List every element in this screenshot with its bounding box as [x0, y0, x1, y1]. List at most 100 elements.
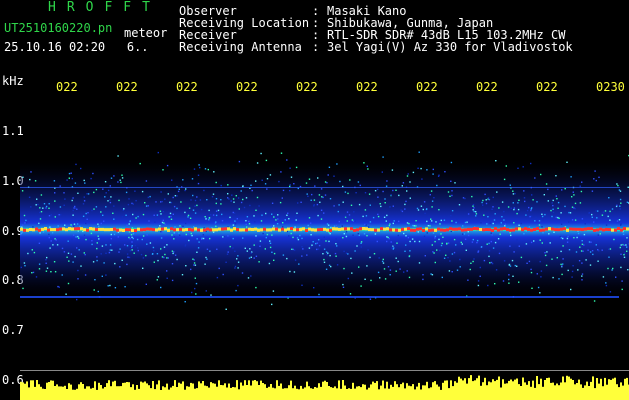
noise-dot	[597, 260, 599, 262]
noise-dot	[328, 231, 330, 234]
noise-dot	[544, 254, 547, 257]
carrier-segment	[266, 228, 269, 232]
noise-dot	[486, 243, 488, 245]
noise-dot	[383, 216, 386, 218]
carrier-segment	[425, 227, 428, 231]
noise-dot	[596, 217, 598, 219]
noise-dot	[232, 211, 234, 214]
noise-dot	[73, 225, 75, 227]
level-bar	[184, 389, 186, 400]
noise-dot	[430, 273, 432, 275]
noise-dot	[364, 209, 367, 211]
noise-dot	[619, 198, 622, 201]
noise-dot	[110, 177, 113, 179]
noise-dot	[199, 199, 202, 201]
noise-dot	[109, 249, 111, 251]
noise-dot	[341, 225, 343, 227]
noise-dot	[272, 290, 275, 292]
carrier-segment	[404, 227, 407, 231]
noise-dot	[623, 254, 625, 256]
time-tick: 0230	[596, 80, 625, 94]
carrier-segment	[392, 228, 395, 232]
noise-dot	[282, 226, 284, 228]
noise-dot	[387, 266, 390, 268]
carrier-segment	[263, 227, 266, 231]
noise-dot	[323, 261, 326, 263]
noise-dot	[78, 219, 80, 222]
noise-dot	[83, 200, 86, 202]
carrier-segment	[599, 227, 602, 231]
level-bar	[448, 388, 450, 400]
noise-dot	[391, 247, 393, 249]
noise-dot	[619, 205, 621, 207]
noise-dot	[377, 215, 380, 218]
noise-dot	[222, 236, 224, 238]
noise-dot	[145, 205, 148, 207]
noise-dot	[201, 240, 204, 242]
noise-dot	[21, 190, 24, 192]
noise-dot	[362, 215, 364, 218]
noise-dot	[503, 260, 506, 262]
noise-dot	[560, 250, 562, 253]
noise-dot	[74, 205, 76, 208]
noise-dot	[385, 185, 388, 187]
noise-dot	[297, 202, 299, 204]
noise-dot	[215, 225, 217, 227]
noise-dot	[306, 254, 308, 256]
noise-dot	[583, 233, 586, 236]
noise-dot	[50, 271, 52, 273]
noise-dot	[344, 191, 347, 193]
noise-dot	[543, 194, 545, 196]
level-bar	[456, 382, 458, 400]
noise-dot	[255, 255, 258, 257]
carrier-segment	[242, 228, 245, 232]
level-bar	[542, 386, 544, 400]
noise-dot	[349, 179, 351, 181]
noise-dot	[393, 220, 395, 222]
noise-dot	[508, 282, 510, 284]
noise-dot	[439, 223, 441, 225]
level-bar	[264, 384, 266, 400]
carrier-segment	[326, 228, 329, 232]
noise-dot	[459, 258, 461, 261]
noise-dot	[320, 209, 323, 211]
noise-dot	[357, 233, 359, 235]
carrier-segment	[311, 228, 314, 232]
noise-dot	[261, 179, 263, 181]
time-tick: 022	[476, 80, 498, 94]
noise-dot	[264, 248, 266, 250]
level-bar	[136, 385, 138, 400]
noise-dot	[301, 246, 303, 248]
noise-dot	[462, 233, 464, 235]
noise-dot	[505, 165, 507, 167]
noise-dot	[176, 258, 178, 261]
carrier-segment	[200, 228, 203, 232]
noise-dot	[467, 231, 469, 233]
noise-dot	[333, 225, 336, 227]
level-bar	[516, 378, 518, 400]
noise-dot	[228, 198, 230, 200]
noise-dot	[556, 198, 558, 200]
noise-dot	[418, 262, 421, 264]
noise-dot	[159, 210, 162, 212]
noise-dot	[538, 224, 541, 226]
noise-dot	[45, 259, 47, 261]
noise-dot	[386, 240, 388, 243]
noise-dot	[86, 218, 88, 220]
carrier-segment	[194, 227, 197, 231]
noise-dot	[97, 223, 99, 225]
noise-dot	[205, 290, 207, 292]
carrier-segment	[545, 227, 548, 231]
level-bar	[368, 387, 370, 400]
noise-dot	[326, 254, 328, 256]
level-bar	[188, 386, 190, 400]
noise-dot	[366, 165, 368, 167]
noise-dot	[174, 254, 177, 256]
noise-dot	[271, 202, 274, 204]
noise-dot	[33, 251, 36, 254]
carrier-segment	[176, 228, 179, 232]
noise-dot	[306, 193, 308, 195]
noise-dot	[195, 293, 197, 295]
noise-dot	[127, 203, 130, 206]
carrier-segment	[443, 228, 446, 232]
